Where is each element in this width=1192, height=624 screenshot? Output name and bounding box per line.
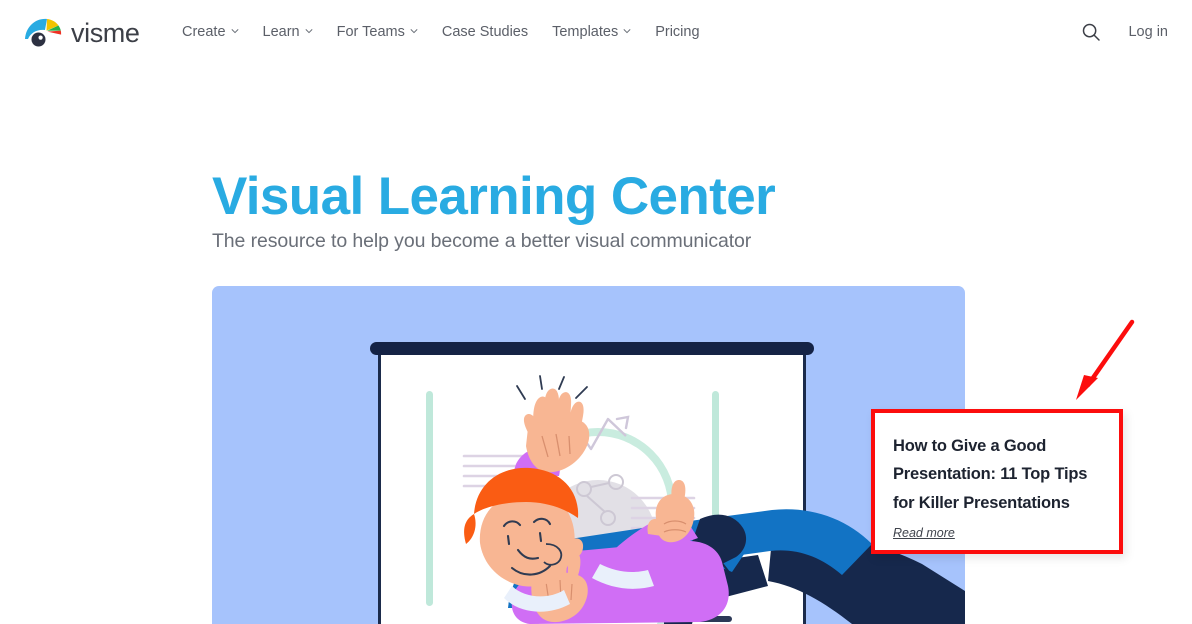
nav-label: Create: [182, 23, 226, 40]
hero-banner: [212, 286, 965, 624]
chevron-down-icon: [410, 27, 418, 35]
article-title: How to Give a Good Presentation: 11 Top …: [893, 437, 1088, 512]
nav-item-pricing[interactable]: Pricing: [643, 0, 711, 63]
featured-article-card[interactable]: How to Give a Good Presentation: 11 Top …: [871, 409, 1123, 554]
chevron-down-icon: [623, 27, 631, 35]
chevron-down-icon: [230, 27, 239, 35]
nav-label: Case Studies: [441, 23, 529, 40]
search-icon[interactable]: [1080, 21, 1102, 43]
nav-label: Pricing: [655, 23, 700, 40]
nav-item-for-teams[interactable]: For Teams: [325, 0, 430, 63]
nav-item-learn[interactable]: Learn: [251, 0, 325, 63]
visme-bird-logo-icon: [24, 17, 64, 48]
nav-item-create[interactable]: Create: [170, 0, 251, 63]
page-title: Visual Learning Center: [212, 167, 776, 226]
read-more-link[interactable]: Read more: [893, 526, 955, 540]
login-link[interactable]: Log in: [1128, 24, 1168, 40]
page-root: visme Create Learn For Teams Case Studie…: [0, 0, 1192, 624]
visme-logo[interactable]: visme: [24, 15, 140, 49]
page-subtitle: The resource to help you become a better…: [212, 230, 752, 252]
main-nav: Create Learn For Teams Case Studies Temp…: [170, 0, 712, 63]
nav-label: Learn: [262, 23, 300, 40]
logo-text: visme: [71, 17, 140, 48]
red-arrow-annotation: [1062, 312, 1148, 408]
chevron-down-icon: [305, 27, 313, 35]
nav-item-templates[interactable]: Templates: [540, 0, 643, 63]
nav-item-case-studies[interactable]: Case Studies: [430, 0, 540, 63]
site-header: visme Create Learn For Teams Case Studie…: [0, 0, 1192, 63]
nav-label: Templates: [552, 23, 619, 40]
header-actions: Log in: [1080, 0, 1168, 63]
nav-label: For Teams: [336, 23, 405, 40]
